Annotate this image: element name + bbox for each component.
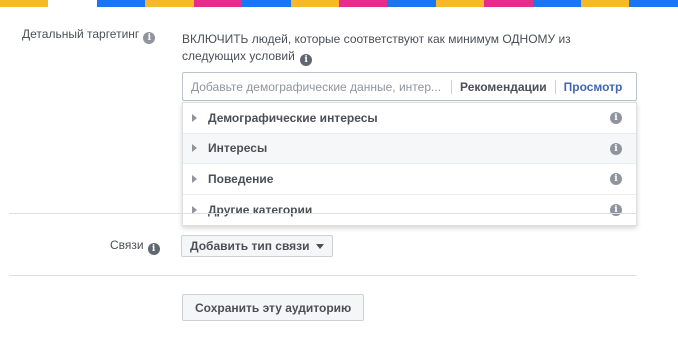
recommendations-button[interactable]: Рекомендации [452, 80, 555, 94]
dropdown-item-behaviors[interactable]: Поведение i [183, 164, 636, 195]
targeting-search-box: Рекомендации Просмотр [182, 72, 637, 101]
info-icon[interactable]: i [610, 112, 622, 124]
dropdown-item-label: Поведение [208, 171, 274, 186]
stripe-segment [242, 0, 291, 7]
add-connection-type-label: Добавить тип связи [190, 239, 310, 253]
stripe-segment [484, 0, 533, 7]
include-condition-text-body: ВКЛЮЧИТЬ людей, которые соответствуют ка… [182, 32, 571, 63]
dropdown-item-demographics[interactable]: Демографические интересы i [183, 103, 636, 134]
stripe-segment [629, 0, 678, 7]
chevron-down-icon [315, 243, 324, 249]
dropdown-item-other-categories[interactable]: Другие категории i [183, 195, 636, 226]
info-icon[interactable]: i [300, 54, 313, 66]
detailed-targeting-label: Детальный таргетинг i [22, 27, 156, 44]
stripe-segment [145, 0, 194, 7]
browse-button[interactable]: Просмотр [556, 80, 631, 94]
info-icon[interactable]: i [143, 32, 156, 44]
connections-label: Связи i [110, 238, 160, 255]
connections-label-text: Связи [110, 238, 144, 252]
stripe-segment [48, 0, 97, 7]
stripe-segment [193, 0, 243, 7]
expand-caret-icon [192, 113, 197, 122]
dropdown-item-label: Другие категории [208, 202, 313, 217]
section-divider [9, 213, 637, 214]
section-divider [9, 275, 637, 276]
save-audience-button[interactable]: Сохранить эту аудиторию [182, 294, 365, 321]
include-condition-text: ВКЛЮЧИТЬ людей, которые соответствуют ка… [182, 31, 622, 66]
stripe-segment [0, 0, 49, 7]
top-color-stripe [0, 0, 678, 7]
save-audience-label: Сохранить эту аудиторию [195, 300, 352, 315]
dropdown-item-interests[interactable]: Интересы i [183, 133, 636, 164]
stripe-segment [532, 0, 582, 7]
dropdown-item-label: Демографические интересы [208, 110, 378, 125]
browse-dropdown: Демографические интересы i Интересы i По… [182, 102, 637, 226]
stripe-segment [290, 0, 339, 7]
stripe-segment [435, 0, 485, 7]
targeting-search-input[interactable] [183, 73, 451, 100]
dropdown-item-label: Интересы [208, 141, 268, 156]
info-icon[interactable]: i [147, 243, 160, 255]
stripe-segment [387, 0, 436, 7]
add-connection-type-button[interactable]: Добавить тип связи [181, 235, 333, 257]
detailed-targeting-label-text: Детальный таргетинг [22, 27, 140, 41]
info-icon[interactable]: i [610, 142, 622, 155]
info-icon[interactable]: i [610, 173, 622, 185]
stripe-segment [96, 0, 146, 7]
stripe-segment [338, 0, 388, 7]
expand-caret-icon [192, 174, 197, 183]
expand-caret-icon [192, 144, 197, 153]
stripe-segment [581, 0, 630, 7]
